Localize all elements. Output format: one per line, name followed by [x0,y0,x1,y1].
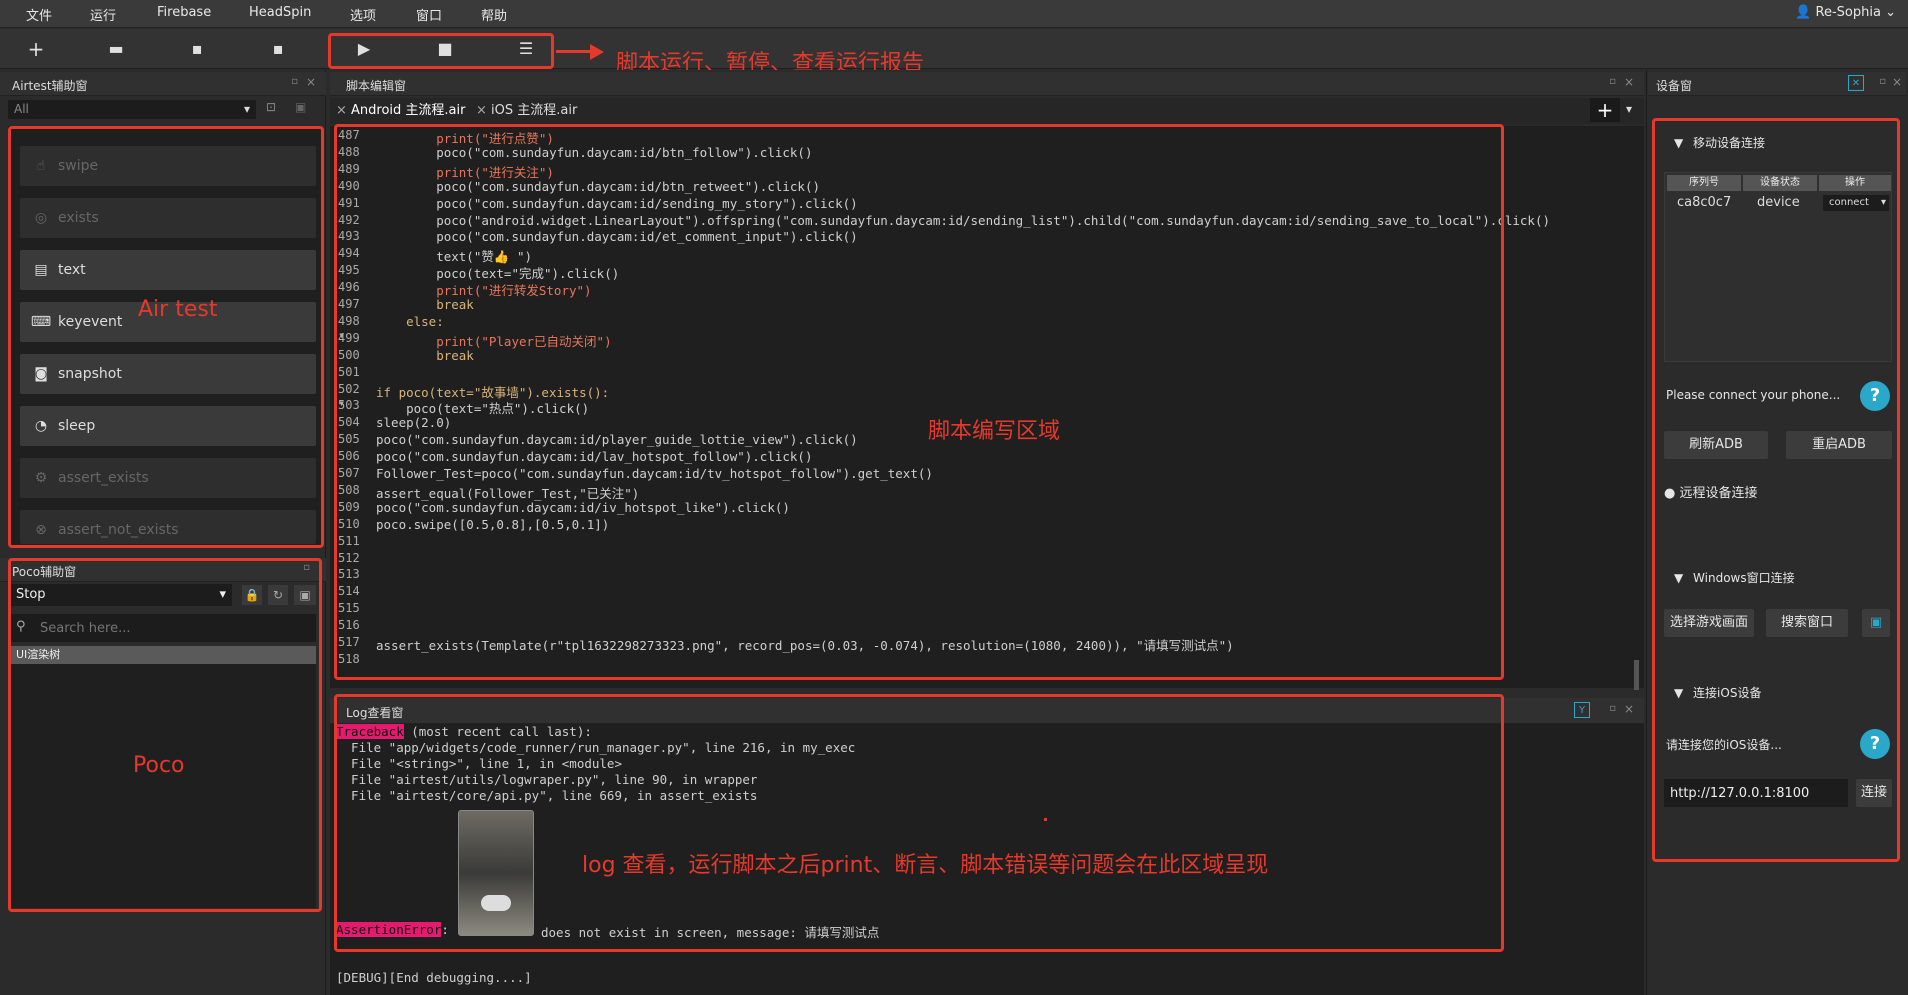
airtest-highlight-box [8,126,324,548]
editor-scrollbar[interactable] [1634,660,1639,690]
airtest-annotation: Air test [138,297,218,322]
tab-ios[interactable]: × iOS 主流程.air [476,100,577,122]
close-icon[interactable]: × [336,103,351,118]
chevron-down-icon: ▾ [243,102,250,116]
camera-icon[interactable]: ▣ [295,100,315,119]
tab-android-label: Android 主流程.air [351,103,466,118]
close-icon[interactable]: × [476,103,491,118]
user-icon: 👤 [1795,5,1816,20]
close-icon[interactable]: × [1624,702,1634,716]
airtest-panel-title: Airtest辅助窗 [12,79,88,93]
airtest-filter-select[interactable]: All ▾ [8,100,256,119]
chevron-down-icon[interactable]: ▾ [1626,102,1632,116]
editor-title: 脚本编辑窗 [346,79,407,93]
log-debug: [DEBUG][End debugging....] [336,970,532,985]
filter-icon[interactable]: Y [1574,702,1590,718]
float-icon[interactable]: ▫ [1879,76,1886,87]
tab-android[interactable]: × Android 主流程.air [336,100,465,122]
log-highlight-box [334,694,1504,952]
menu-firebase[interactable]: Firebase [157,5,211,20]
save-as-icon[interactable]: ▪ [266,37,290,61]
folder-icon[interactable]: ▬ [104,37,128,61]
close-icon[interactable]: × [1892,75,1902,89]
device-header: 设备窗 ✕ ▫ × [1648,72,1906,96]
menu-file[interactable]: 文件 [26,5,52,24]
menu-window[interactable]: 窗口 [416,5,442,24]
toolbar: + ▬ ▪ ▪ ▶ ■ ☰ [0,29,1908,69]
save-icon[interactable]: ▪ [185,37,209,61]
menu-help[interactable]: 帮助 [481,5,507,24]
float-icon[interactable]: ▫ [1609,76,1616,87]
menu-options[interactable]: 选项 [350,5,376,24]
plus-icon[interactable]: + [24,37,48,61]
toolbar-highlight-box [328,33,554,69]
float-icon[interactable]: ▫ [291,76,298,87]
device-highlight-box [1652,118,1900,862]
user-menu[interactable]: 👤 Re-Sophia ⌄ [1795,5,1896,20]
airtest-panel-header: Airtest辅助窗 ▫ × [0,72,326,96]
arrow-line [556,50,594,53]
record-icon[interactable]: ⊡ [266,100,286,119]
tab-ios-label: iOS 主流程.air [491,103,578,118]
float-icon[interactable]: ▫ [1609,703,1616,714]
log-annotation: log 查看，运行脚本之后print、断言、脚本错误等问题会在此区域呈现 [582,853,1269,878]
device-title: 设备窗 [1656,79,1693,93]
editor-highlight-box [334,124,1504,680]
settings-icon[interactable]: ✕ [1848,75,1864,91]
poco-annotation: Poco [133,753,185,778]
editor-annotation: 脚本编写区域 [928,419,1061,444]
menubar: 文件 运行 Firebase HeadSpin 选项 窗口 帮助 👤 Re-So… [0,0,1908,28]
poco-highlight-box [8,558,322,912]
menu-headspin[interactable]: HeadSpin [249,5,311,20]
close-icon[interactable]: × [1624,75,1634,89]
user-name: Re-Sophia [1815,5,1881,20]
editor-tabbar: × Android 主流程.air × iOS 主流程.air + ▾ [330,98,1644,124]
filter-value: All [14,102,29,116]
add-tab-button[interactable]: + [1590,98,1620,122]
editor-header: 脚本编辑窗 ▫ × [330,72,1644,96]
menu-run[interactable]: 运行 [90,5,116,24]
arrow-head [590,44,604,60]
close-icon[interactable]: × [306,75,316,89]
